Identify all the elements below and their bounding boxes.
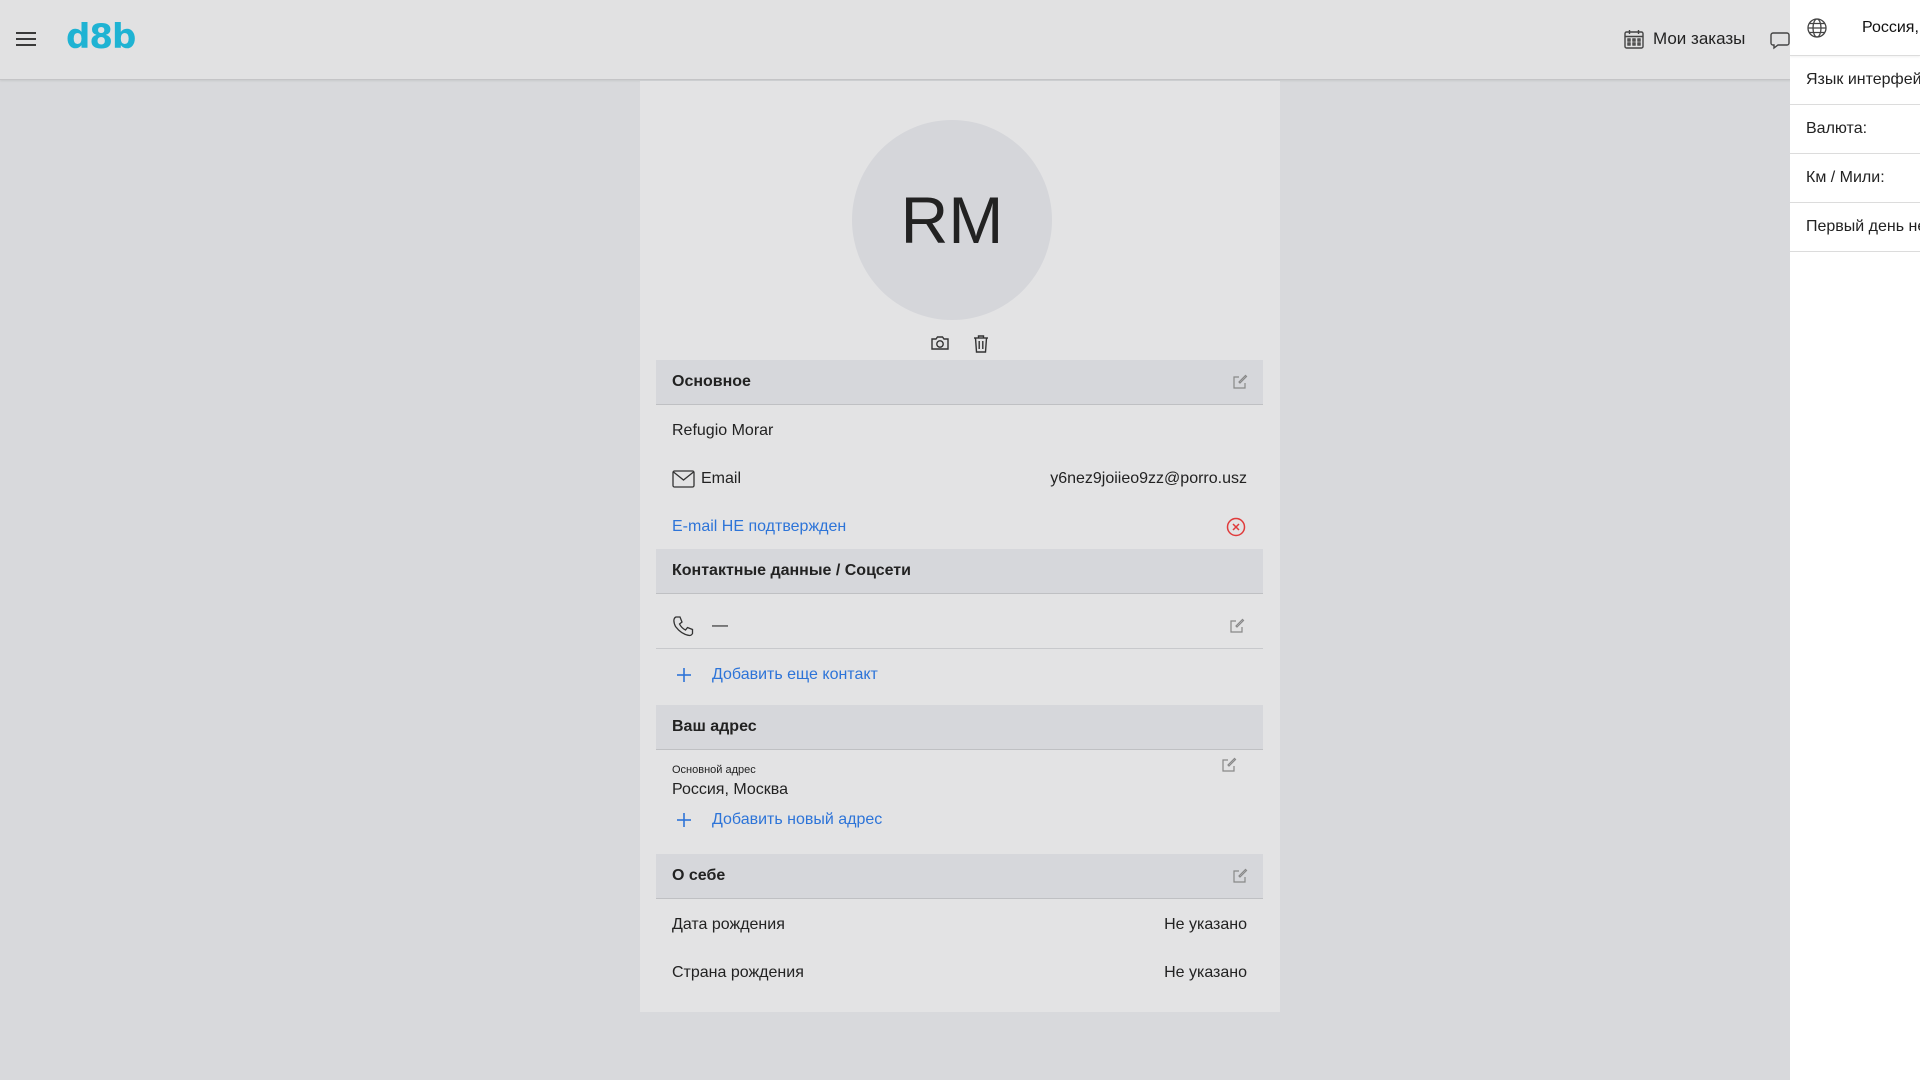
section-main-title: Основное [672,373,751,390]
hamburger-menu-icon[interactable] [16,28,38,52]
edit-icon[interactable] [1221,757,1237,773]
first-day-of-week-row[interactable]: Первый день недели [1790,203,1920,252]
envelope-icon [672,470,695,488]
edit-icon[interactable] [1229,618,1245,634]
plus-icon [677,813,691,827]
add-address-link[interactable]: Добавить новый адрес [712,811,882,829]
full-name: Refugio Morar [672,422,774,439]
plus-icon [677,668,691,682]
birth-date-value: Не указано [1164,916,1247,933]
email-row: Email y6nez9joiieo9zz@porro.usz [656,461,1263,497]
logo[interactable]: d8b [66,17,136,57]
distance-units-row[interactable]: Км / Мили: [1790,154,1920,203]
globe-icon [1807,18,1827,38]
currency-row[interactable]: Валюта: [1790,105,1920,154]
divider [656,648,1263,649]
email-value: y6nez9joiieo9zz@porro.usz [1050,470,1247,487]
section-about-header: О себе [656,854,1263,899]
settings-side-panel: Россия, Язык интерфейса Валюта: Км / Мил… [1790,0,1920,1080]
camera-icon[interactable] [930,334,950,354]
section-contacts-header: Контактные данные / Соцсети [656,549,1263,594]
avatar: RM [852,120,1052,320]
edit-icon[interactable] [1232,374,1248,390]
chat-icon[interactable] [1769,30,1791,50]
address-caption-row: Основной адрес [656,757,1263,778]
email-status-row: E-mail НЕ подтвержден [656,509,1263,545]
calendar-icon [1624,30,1644,49]
region-selector[interactable]: Россия, [1790,0,1920,56]
address-caption: Основной адрес [672,764,756,776]
add-contact-row[interactable]: Добавить еще контакт [656,657,1263,693]
birth-country-value: Не указано [1164,964,1247,981]
address-value: Россия, Москва [672,781,788,798]
email-label: Email [701,470,742,487]
phone-icon [673,616,694,637]
birth-date-label: Дата рождения [672,916,785,933]
birth-country-row: Страна рождения Не указано [656,955,1263,991]
add-contact-link[interactable]: Добавить еще контакт [712,666,878,684]
section-contacts-title: Контактные данные / Соцсети [672,562,911,579]
profile-card: RM Основное Refugio Morar Email y6nez9jo… [640,81,1280,1012]
interface-language-row[interactable]: Язык интерфейса [1790,56,1920,105]
birth-country-label: Страна рождения [672,964,804,981]
trash-icon[interactable] [972,334,990,354]
avatar-initials: RM [900,183,1004,257]
full-name-row: Refugio Morar [656,413,1263,449]
edit-icon[interactable] [1232,868,1248,884]
section-address-header: Ваш адрес [656,705,1263,750]
my-orders-link[interactable]: Мои заказы [1623,28,1745,50]
error-circle-icon [1226,517,1246,537]
top-header: d8b Мои заказы [0,0,1920,80]
phone-value: — [712,617,728,634]
address-row: Россия, Москва [656,778,1263,802]
email-not-verified-link[interactable]: E-mail НЕ подтвержден [672,518,846,536]
birth-date-row: Дата рождения Не указано [656,907,1263,943]
my-orders-label: Мои заказы [1653,29,1746,48]
add-address-row[interactable]: Добавить новый адрес [656,804,1263,836]
section-about-title: О себе [672,867,726,884]
region-label: Россия, [1862,19,1919,36]
phone-row: — [656,608,1263,644]
section-main-header: Основное [656,360,1263,405]
section-address-title: Ваш адрес [672,718,757,735]
